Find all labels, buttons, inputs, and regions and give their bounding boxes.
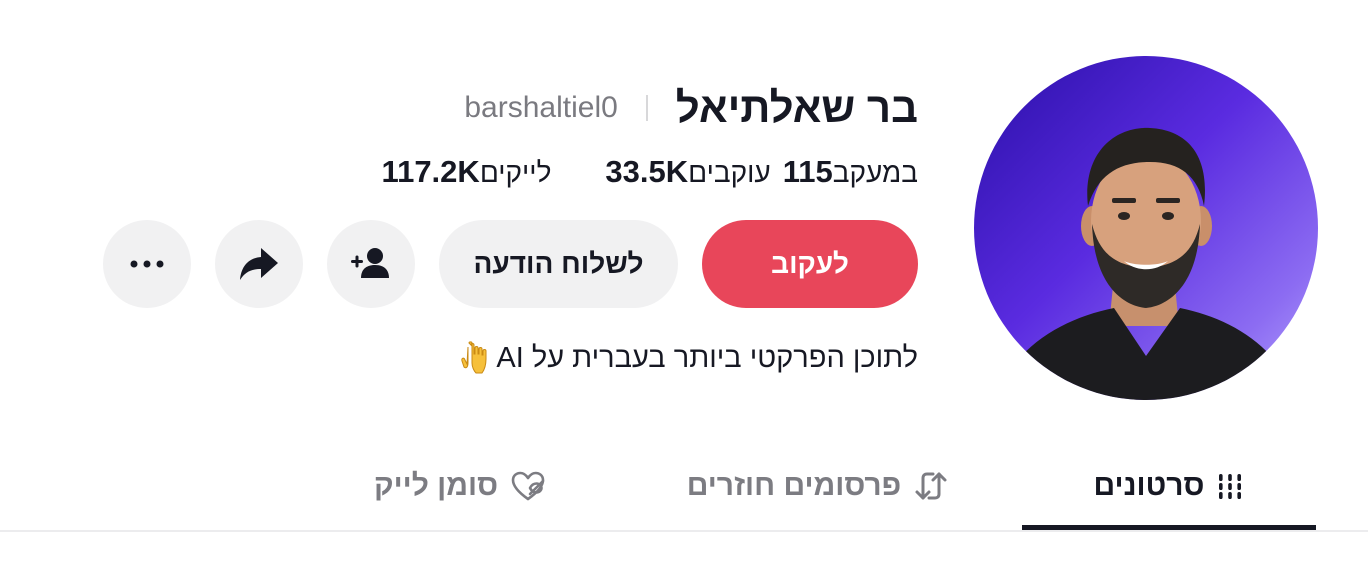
name-divider [645,95,648,121]
profile-name-row: בר שאלתיאל barshaltiel0 [464,84,918,132]
stat-label: לייקים [479,157,552,188]
bio-text: לתוכן הפרקטי ביותר בעברית על AI [496,341,918,374]
stat-likes: לייקים 117.2K [370,154,552,190]
display-name: בר שאלתיאל [675,84,918,131]
stat-value: 33.5K [605,154,689,189]
tab-label: פרסומים חוזרים [686,469,902,502]
profile-avatar[interactable] [974,56,1318,400]
pointing-down-hand-icon [460,341,488,375]
stats-row: במעקב 115 עוקבים 33.5K לייקים 117.2K [328,150,918,194]
tabs-divider [0,530,1368,532]
stat-label: עוקבים [688,157,771,188]
tab-videos[interactable]: סרטונים [1022,440,1316,532]
share-button[interactable] [215,220,303,308]
follow-button[interactable]: לעקוב [702,220,918,308]
share-arrow-icon [237,242,281,286]
stat-label: במעקב [832,157,918,188]
add-friend-button[interactable] [327,220,415,308]
more-dots-icon [129,259,165,269]
tab-reposts[interactable]: פרסומים חוזרים [660,440,976,532]
stat-followers[interactable]: עוקבים 33.5K [593,154,770,190]
repost-icon [913,470,949,502]
stat-following[interactable]: במעקב 115 [771,154,918,190]
username: barshaltiel0 [464,91,618,124]
stat-value: 117.2K [381,154,480,189]
more-options-button[interactable] [103,220,191,308]
add-user-icon [349,242,393,286]
tab-label: סרטונים [1093,469,1205,502]
grid-icon [1216,472,1244,500]
profile-tabs: סרטונים פרסומים חוזרים סומן לייק [0,440,1368,532]
tab-label: סומן לייק [373,469,499,502]
hidden-heart-icon [510,470,546,502]
stat-value: 115 [782,154,833,189]
profile-bio: לתוכן הפרקטי ביותר בעברית על AI [460,336,918,380]
tab-liked[interactable]: סומן לייק [350,440,570,532]
send-message-button[interactable]: לשלוח הודעה [439,220,678,308]
